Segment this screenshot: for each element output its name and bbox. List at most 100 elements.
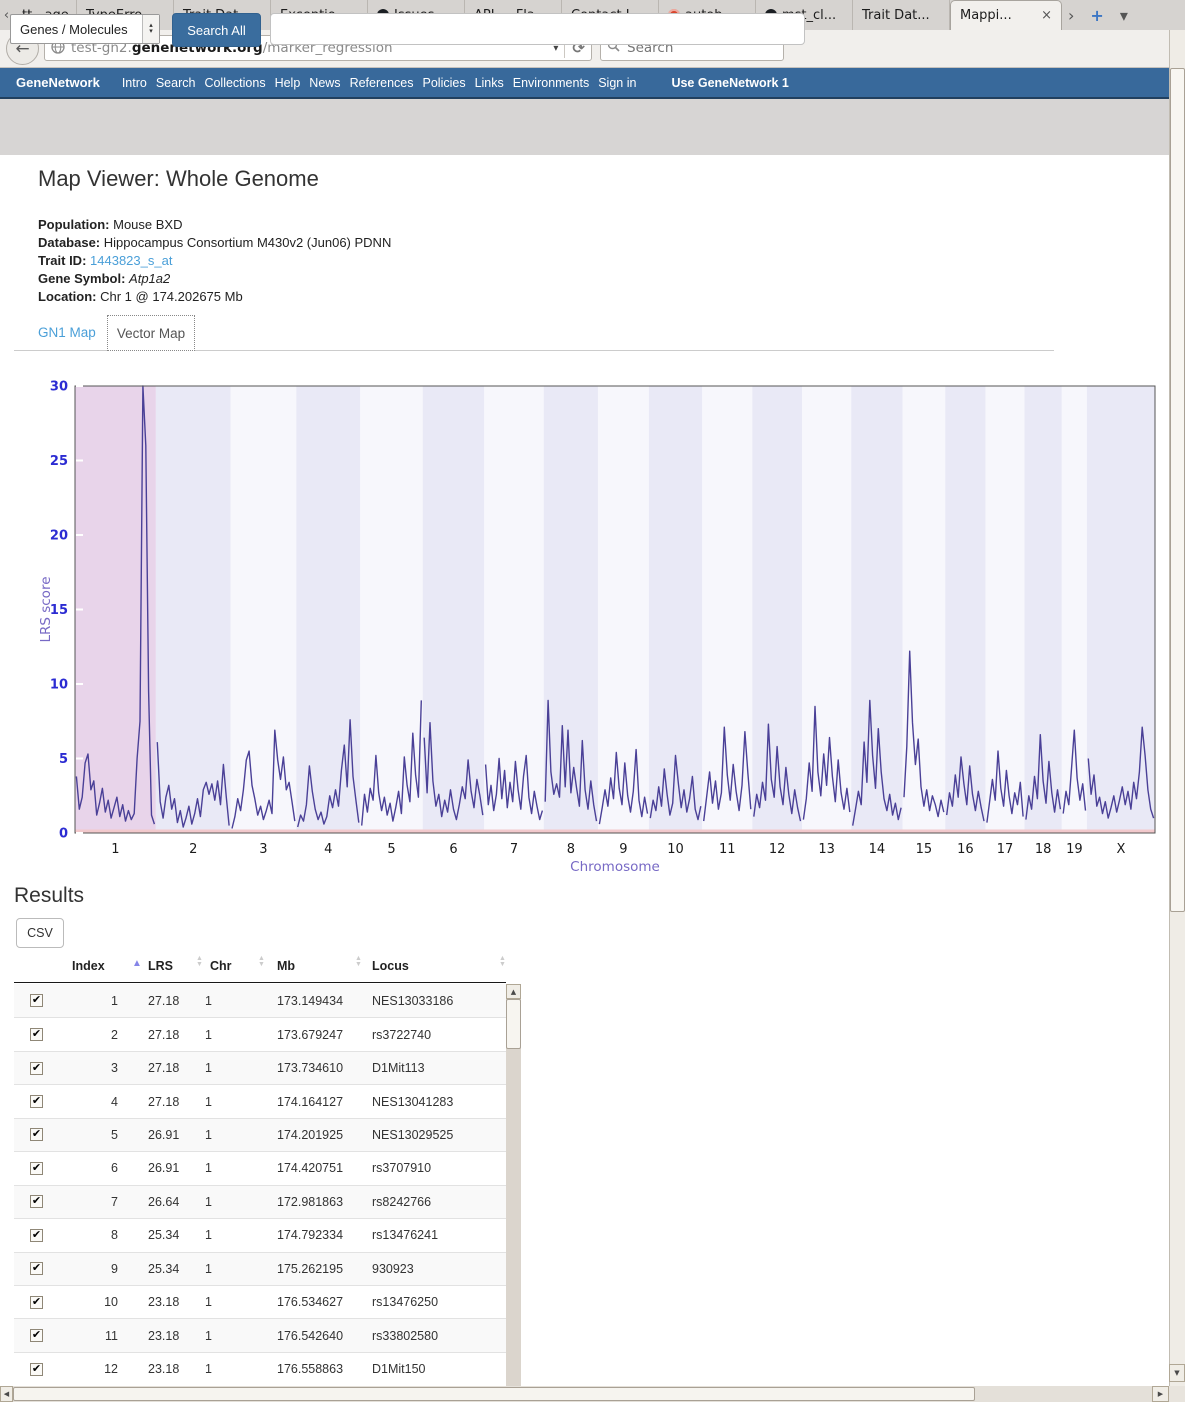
table-scroll-up-icon[interactable]: ▲ [506,984,521,999]
page-horizontal-scrollbar-thumb[interactable] [13,1387,975,1401]
cell-mb: 174.201925 [249,1128,344,1142]
table-row: ✔327.181173.734610D1Mit113 [14,1051,506,1084]
x-tick-label-chr17: 17 [997,842,1014,857]
nav-link-intro[interactable]: Intro [122,76,147,90]
cell-mb: 172.981863 [249,1195,344,1209]
use-genenetwork1-link[interactable]: Use GeneNetwork 1 [671,76,788,90]
category-select[interactable]: Genes / Molecules ▴▾ [10,14,160,44]
nav-link-search[interactable]: Search [156,76,196,90]
table-row: ✔427.181174.164127NES13041283 [14,1084,506,1117]
info-location: Location: Chr 1 @ 174.202675 Mb [38,289,243,307]
cell-lrs: 23.18 [120,1295,177,1309]
search-all-button[interactable]: Search All [172,13,261,47]
row-checkbox[interactable]: ✔ [30,1095,43,1108]
tab-vector-map[interactable]: Vector Map [107,315,195,351]
row-checkbox[interactable]: ✔ [30,1296,43,1309]
cell-mb: 174.164127 [249,1095,344,1109]
search-strip [0,99,1185,155]
sort-asc-icon[interactable]: ▲ [132,958,142,969]
table-scrollbar[interactable]: ▲ [506,984,521,1386]
cell-locus: rs3707910 [344,1161,506,1175]
row-checkbox[interactable]: ✔ [30,1162,43,1175]
info-trait-id: Trait ID: 1443823_s_at [38,253,172,271]
x-tick-label-chr2: 2 [189,842,197,857]
nav-link-collections[interactable]: Collections [204,76,265,90]
page-vertical-scrollbar-thumb[interactable] [1170,68,1185,912]
column-header-lrs[interactable]: LRS [148,959,173,973]
cell-lrs: 26.91 [120,1161,177,1175]
x-tick-label-chr11: 11 [719,842,736,857]
csv-export-button[interactable]: CSV [16,918,64,948]
row-checkbox[interactable]: ✔ [30,1229,43,1242]
tab-gn1-map[interactable]: GN1 Map [38,325,96,340]
row-checkbox[interactable]: ✔ [30,1195,43,1208]
page-scroll-left-icon[interactable]: ◀ [0,1386,13,1402]
cell-checkbox: ✔ [14,1363,58,1376]
info-value: Mouse BXD [113,217,182,232]
x-tick-label-chr18: 18 [1035,842,1052,857]
x-tick-label-chr15: 15 [916,842,933,857]
y-tick-label: 30 [50,380,68,395]
cell-chr: 1 [177,1161,249,1175]
tab-bar-controls: › + ▾ [1068,0,1128,30]
browser-tab-active[interactable]: Mappi...× [950,0,1062,30]
row-checkbox[interactable]: ✔ [30,1329,43,1342]
trait-id-link[interactable]: 1443823_s_at [90,253,172,268]
nav-link-help[interactable]: Help [275,76,301,90]
cell-chr: 1 [177,1195,249,1209]
cell-checkbox: ✔ [14,994,58,1007]
column-header-locus[interactable]: Locus [372,959,409,973]
chrom-band-X [1087,386,1155,833]
column-header-mb[interactable]: Mb [277,959,295,973]
x-tick-label-chr3: 3 [259,842,267,857]
page-scroll-right-icon[interactable]: ▶ [1152,1386,1169,1402]
row-checkbox[interactable]: ✔ [30,994,43,1007]
column-header-chr[interactable]: Chr [210,959,232,973]
table-scrollbar-thumb[interactable] [506,999,521,1049]
sort-icon[interactable]: ▲▼ [499,956,506,968]
nav-link-sign-in[interactable]: Sign in [598,76,636,90]
chrom-band-15 [903,386,946,833]
sort-icon[interactable]: ▲▼ [196,956,203,968]
page-title: Map Viewer: Whole Genome [38,166,319,192]
y-tick-label: 20 [50,529,68,544]
nav-link-links[interactable]: Links [475,76,504,90]
row-checkbox[interactable]: ✔ [30,1363,43,1376]
chrom-band-16 [945,386,985,833]
cell-chr: 1 [177,1362,249,1376]
cell-checkbox: ✔ [14,1128,58,1141]
sort-icon[interactable]: ▲▼ [258,956,265,968]
tab-close-icon[interactable]: × [1041,8,1052,23]
nav-link-policies[interactable]: Policies [423,76,466,90]
row-checkbox[interactable]: ✔ [30,1062,43,1075]
table-row: ✔825.341174.792334rs13476241 [14,1218,506,1251]
global-search-input[interactable] [270,13,805,45]
nav-link-references[interactable]: References [350,76,414,90]
nav-links: Intro Search Collections Help News References… [122,76,646,90]
nav-link-news[interactable]: News [309,76,340,90]
nav-link-environments[interactable]: Environments [513,76,589,90]
x-tick-label-chr16: 16 [957,842,974,857]
x-tick-label-chr8: 8 [567,842,575,857]
tab-scroll-right-icon[interactable]: › [1068,6,1074,25]
cell-chr: 1 [177,994,249,1008]
row-checkbox[interactable]: ✔ [30,1262,43,1275]
new-tab-icon[interactable]: + [1090,6,1103,25]
page-scroll-down-icon[interactable]: ▼ [1169,1364,1185,1382]
browser-tab[interactable]: Trait Dat... [853,0,950,30]
info-label: Location: [38,289,97,304]
x-axis-label: Chromosome [570,859,660,875]
sort-icon[interactable]: ▲▼ [355,956,362,968]
all-tabs-caret-icon[interactable]: ▾ [1120,6,1128,25]
cell-mb: 176.534627 [249,1295,344,1309]
column-header-index[interactable]: Index [72,959,105,973]
cell-lrs: 26.91 [120,1128,177,1142]
chrom-band-1 [75,386,156,833]
brand-logo[interactable]: GeneNetwork [16,75,100,90]
cell-checkbox: ✔ [14,1229,58,1242]
info-value: Chr 1 @ 174.202675 Mb [100,289,243,304]
cell-mb: 176.558863 [249,1362,344,1376]
row-checkbox[interactable]: ✔ [30,1028,43,1041]
cell-chr: 1 [177,1028,249,1042]
row-checkbox[interactable]: ✔ [30,1128,43,1141]
